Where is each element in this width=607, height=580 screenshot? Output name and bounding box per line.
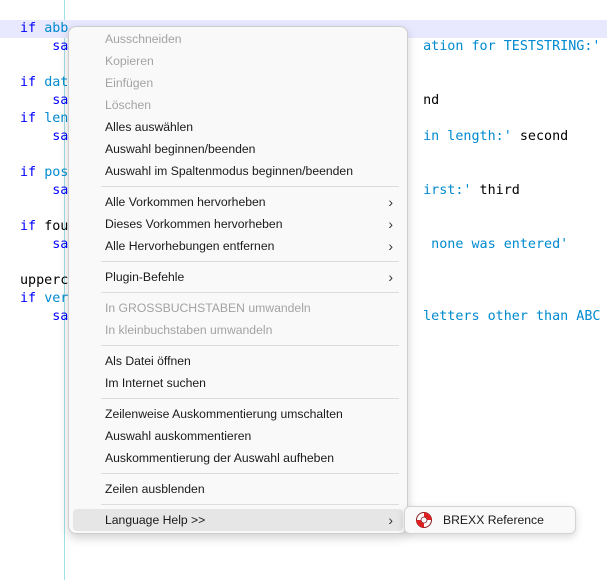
menu-item-label: Auskommentierung der Auswahl aufheben [105, 451, 334, 465]
menu-item-label: Zeilen ausblenden [105, 482, 205, 496]
code-token: dat [44, 75, 69, 90]
code-line[interactable]: if dat [20, 74, 68, 92]
code-token: fou [44, 219, 69, 234]
menu-item-search-internet[interactable]: Im Internet suchen [73, 372, 403, 394]
menu-item-label: Kopieren [105, 54, 154, 68]
code-line[interactable]: if pos [20, 164, 68, 182]
code-token: ver [44, 291, 69, 306]
menu-item-open-as-file[interactable]: Als Datei öffnen [73, 350, 403, 372]
menu-item-clear-marks[interactable]: Alle Hervorhebungen entfernen › [73, 235, 403, 257]
code-line[interactable]: if fou [20, 218, 68, 236]
menu-item-label: Alle Hervorhebungen entfernen [105, 239, 275, 253]
lifebuoy-icon [416, 512, 432, 528]
menu-item-copy[interactable]: Kopieren [73, 50, 403, 72]
menu-item-language-help[interactable]: Language Help >> › [73, 509, 403, 531]
menu-item-label: Ausschneiden [105, 32, 182, 46]
menu-item-brexx-reference[interactable]: BREXX Reference [407, 507, 573, 533]
menu-item-label: Dieses Vorkommen hervorheben [105, 217, 283, 231]
menu-item-select-all[interactable]: Alles auswählen [73, 116, 403, 138]
menu-item-hide-lines[interactable]: Zeilen ausblenden [73, 478, 403, 500]
menu-item-toggle-line-comment[interactable]: Zeilenweise Auskommentierung umschalten [73, 403, 403, 425]
menu-item-label: Alles auswählen [105, 120, 194, 134]
code-token: sa [20, 183, 69, 198]
code-token: second [511, 129, 569, 144]
menu-item-label: Einfügen [105, 76, 154, 90]
code-token: if [20, 219, 45, 234]
menu-separator [101, 292, 399, 293]
menu-item-label: Löschen [105, 98, 152, 112]
code-token: sa [20, 129, 69, 144]
context-menu: Ausschneiden Kopieren Einfügen Löschen A… [68, 26, 408, 534]
menu-item-uppercase[interactable]: In GROSSBUCHSTABEN umwandeln [73, 297, 403, 319]
menu-separator [101, 473, 399, 474]
menu-item-label: In GROSSBUCHSTABEN umwandeln [105, 301, 311, 315]
menu-item-label: Plugin-Befehle [105, 270, 185, 284]
chevron-right-icon: › [388, 238, 393, 254]
code-token: if [20, 111, 45, 126]
menu-item-cut[interactable]: Ausschneiden [73, 28, 403, 50]
menu-item-label: In kleinbuchstaben umwandeln [105, 323, 273, 337]
code-token: sa [20, 39, 69, 54]
code-token: sa [20, 237, 69, 252]
menu-item-label: Auswahl im Spaltenmodus beginnen/beenden [105, 164, 353, 178]
menu-item-label: Zeilenweise Auskommentierung umschalten [105, 407, 343, 421]
code-token: if [20, 21, 45, 36]
menu-item-comment-selection[interactable]: Auswahl auskommentieren [73, 425, 403, 447]
menu-item-mark-one[interactable]: Dieses Vorkommen hervorheben › [73, 213, 403, 235]
code-line[interactable]: if ver [20, 290, 68, 308]
menu-separator [101, 186, 399, 187]
language-help-submenu: BREXX Reference [404, 506, 576, 534]
chevron-right-icon: › [388, 194, 393, 210]
code-token: pos [44, 165, 69, 180]
menu-item-label: Im Internet suchen [105, 376, 206, 390]
menu-separator [101, 504, 399, 505]
code-token: sa [20, 309, 69, 324]
code-token: len [44, 111, 69, 126]
code-token: if [20, 75, 45, 90]
chevron-right-icon: › [388, 216, 393, 232]
menu-item-delete[interactable]: Löschen [73, 94, 403, 116]
code-token: sa [20, 93, 69, 108]
code-token: third [471, 183, 520, 198]
menu-separator [101, 261, 399, 262]
menu-item-label: Auswahl beginnen/beenden [105, 142, 256, 156]
menu-item-label: Als Datei öffnen [105, 354, 191, 368]
code-token: if [20, 165, 45, 180]
chevron-right-icon: › [388, 269, 393, 285]
menu-item-label: BREXX Reference [443, 513, 544, 527]
menu-item-mark-all[interactable]: Alle Vorkommen hervorheben › [73, 191, 403, 213]
code-token: if [20, 291, 45, 306]
code-token: abb [44, 21, 69, 36]
code-line[interactable]: if len [20, 110, 68, 128]
chevron-right-icon: › [388, 512, 393, 528]
menu-item-begin-end-selection[interactable]: Auswahl beginnen/beenden [73, 138, 403, 160]
menu-separator [101, 345, 399, 346]
menu-item-label: Auswahl auskommentieren [105, 429, 252, 443]
menu-item-plugin-commands[interactable]: Plugin-Befehle › [73, 266, 403, 288]
menu-item-lowercase[interactable]: In kleinbuchstaben umwandeln [73, 319, 403, 341]
menu-item-column-selection[interactable]: Auswahl im Spaltenmodus beginnen/beenden [73, 160, 403, 182]
menu-item-paste[interactable]: Einfügen [73, 72, 403, 94]
menu-item-label: Alle Vorkommen hervorheben [105, 195, 266, 209]
code-token: upperc [20, 273, 69, 288]
menu-separator [101, 398, 399, 399]
menu-item-uncomment-selection[interactable]: Auskommentierung der Auswahl aufheben [73, 447, 403, 469]
menu-item-label: Language Help >> [105, 513, 206, 527]
code-line[interactable]: upperc [20, 272, 68, 290]
